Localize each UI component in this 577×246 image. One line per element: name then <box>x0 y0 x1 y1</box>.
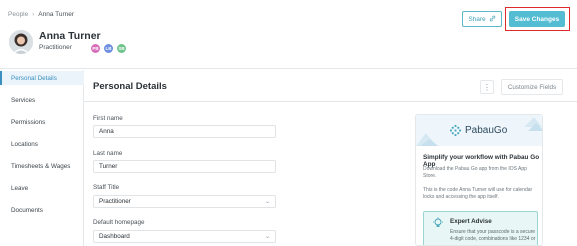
profile-role: Practitioner <box>39 44 72 51</box>
staff-title-select[interactable]: Practitioner ⌄ <box>93 195 276 208</box>
expert-text: Ensure that your passcode is a secure 4-… <box>450 229 536 242</box>
avatar[interactable] <box>9 30 33 54</box>
profile-badges: PB LB SB <box>90 43 127 54</box>
sidebar-item-services[interactable]: Services <box>0 93 84 107</box>
brand-name: PabauGo <box>465 125 508 136</box>
sidebar-item-personal-details[interactable]: Personal Details <box>0 71 84 85</box>
pabau-go-promo-card: PabauGo Simplify your workflow with Paba… <box>415 114 543 246</box>
promo-code-text: This is the code Anna Turner will use fo… <box>423 187 533 200</box>
default-homepage-value: Dashboard <box>99 233 130 240</box>
default-homepage-label: Default homepage <box>93 219 145 226</box>
expert-title: Expert Advise <box>450 218 492 225</box>
last-name-input[interactable]: Turner <box>93 160 276 173</box>
share-button[interactable]: Share <box>462 11 502 27</box>
sidebar: Personal Details Services Permissions Lo… <box>0 70 84 246</box>
customize-fields-button[interactable]: Customize Fields <box>501 79 563 95</box>
staff-title-label: Staff Title <box>93 184 120 191</box>
breadcrumb-people-link[interactable]: People <box>8 11 28 18</box>
default-homepage-select[interactable]: Dashboard ⌄ <box>93 230 276 243</box>
section-divider <box>84 101 577 102</box>
chevron-down-icon: ⌄ <box>264 234 270 240</box>
more-options-icon[interactable]: ⋮ <box>480 80 494 94</box>
sidebar-item-leave[interactable]: Leave <box>0 181 84 195</box>
chevron-down-icon: ⌄ <box>264 199 270 205</box>
promo-download-text: Download the Pabau Go app from the IOS A… <box>423 166 527 179</box>
pabau-logo-icon <box>450 125 461 136</box>
profile-name: Anna Turner <box>39 30 101 42</box>
badge-pb[interactable]: PB <box>90 43 101 54</box>
first-name-input[interactable]: Anna <box>93 125 276 138</box>
expert-advice-box: Expert Advise Ensure that your passcode … <box>423 211 538 245</box>
sidebar-item-locations[interactable]: Locations <box>0 137 84 151</box>
sidebar-item-timesheets-wages[interactable]: Timesheets & Wages <box>0 159 84 173</box>
pabau-go-logo: PabauGo <box>450 125 507 136</box>
promo-banner: PabauGo <box>416 115 542 146</box>
staff-title-value: Practitioner <box>99 198 131 205</box>
breadcrumb-current: Anna Turner <box>38 11 75 18</box>
sidebar-item-documents[interactable]: Documents <box>0 203 84 217</box>
first-name-label: First name <box>93 115 123 122</box>
first-name-value: Anna <box>99 128 114 135</box>
header-divider <box>0 68 577 69</box>
sidebar-item-permissions[interactable]: Permissions <box>0 115 84 129</box>
save-changes-button[interactable]: Save Changes <box>509 11 565 27</box>
share-label: Share <box>468 15 486 23</box>
badge-lb[interactable]: LB <box>103 43 114 54</box>
link-icon <box>489 15 496 24</box>
breadcrumb-separator: › <box>32 11 35 18</box>
badge-sb[interactable]: SB <box>116 43 127 54</box>
last-name-label: Last name <box>93 150 123 157</box>
section-title: Personal Details <box>93 81 167 92</box>
lightbulb-icon <box>432 216 444 234</box>
last-name-value: Turner <box>99 163 118 170</box>
breadcrumb: People › Anna Turner <box>8 11 74 18</box>
